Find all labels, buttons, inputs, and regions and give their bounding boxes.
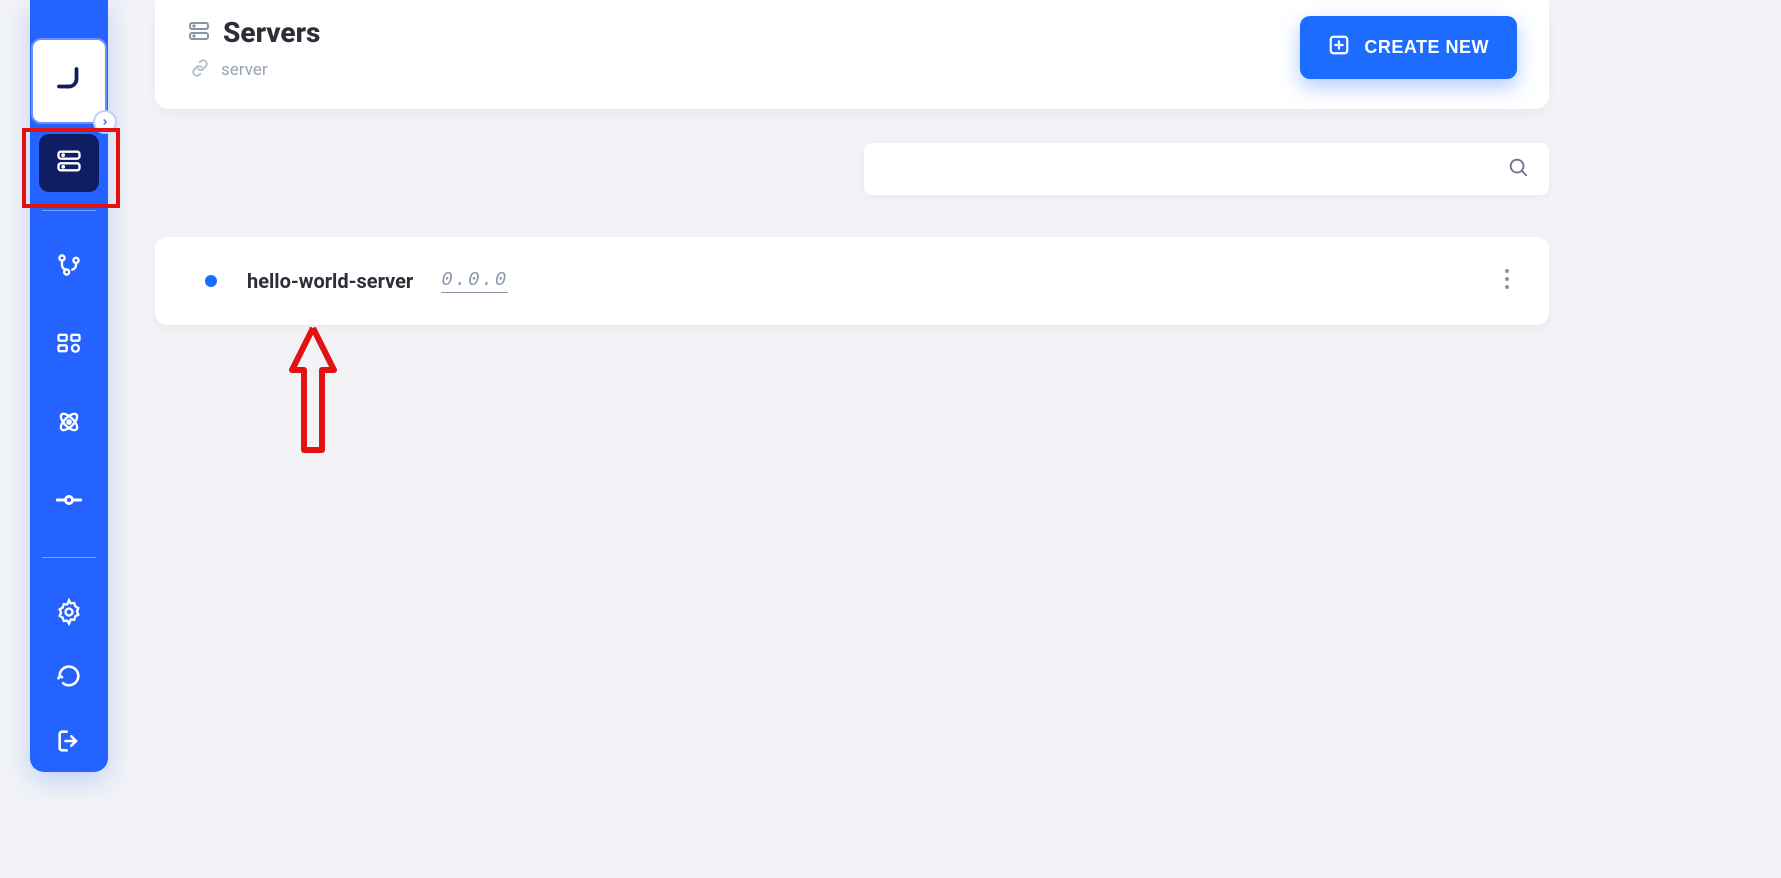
server-version[interactable]: 0.0.0 — [441, 269, 508, 293]
page-title: Servers — [223, 16, 320, 49]
page-header: Servers server CREATE NE — [155, 0, 1549, 109]
search-input[interactable] — [884, 160, 1507, 178]
servers-icon — [187, 19, 211, 47]
create-new-label: CREATE NEW — [1364, 37, 1489, 58]
sidebar-divider — [42, 210, 96, 211]
sidebar-item-commit[interactable] — [39, 473, 99, 532]
logout-icon — [55, 727, 83, 759]
server-name: hello-world-server — [247, 269, 413, 293]
sidebar-item-atom[interactable] — [39, 394, 99, 453]
search-box[interactable] — [864, 143, 1549, 195]
sidebar — [30, 0, 108, 772]
logo-card — [31, 38, 107, 124]
sidebar-expand-toggle[interactable] — [93, 110, 117, 134]
main-area: Servers server CREATE NE — [155, 0, 1781, 325]
sidebar-item-history[interactable] — [39, 649, 99, 708]
sidebar-item-components[interactable] — [39, 316, 99, 375]
sidebar-item-branches[interactable] — [39, 237, 99, 296]
app-logo-icon — [54, 64, 84, 98]
sidebar-item-logout[interactable] — [39, 713, 99, 772]
servers-icon — [55, 147, 83, 179]
sidebar-item-servers[interactable] — [39, 134, 99, 193]
settings-icon — [55, 598, 83, 630]
more-vertical-icon — [1504, 268, 1510, 294]
components-icon — [55, 329, 83, 361]
commit-icon — [55, 486, 83, 518]
atom-icon — [55, 408, 83, 440]
status-dot-icon — [205, 275, 217, 287]
server-row[interactable]: hello-world-server 0.0.0 — [155, 237, 1549, 325]
row-actions-button[interactable] — [1493, 267, 1521, 295]
chevron-right-icon — [100, 112, 110, 131]
link-icon — [189, 57, 211, 83]
search-icon — [1507, 156, 1529, 182]
annotation-arrow-icon — [288, 324, 338, 454]
sidebar-divider — [42, 557, 96, 558]
branches-icon — [55, 251, 83, 283]
page-subtitle: server — [221, 60, 268, 80]
sidebar-item-settings[interactable] — [39, 584, 99, 643]
plus-square-icon — [1328, 34, 1350, 61]
create-new-button[interactable]: CREATE NEW — [1300, 16, 1517, 79]
history-icon — [55, 662, 83, 694]
